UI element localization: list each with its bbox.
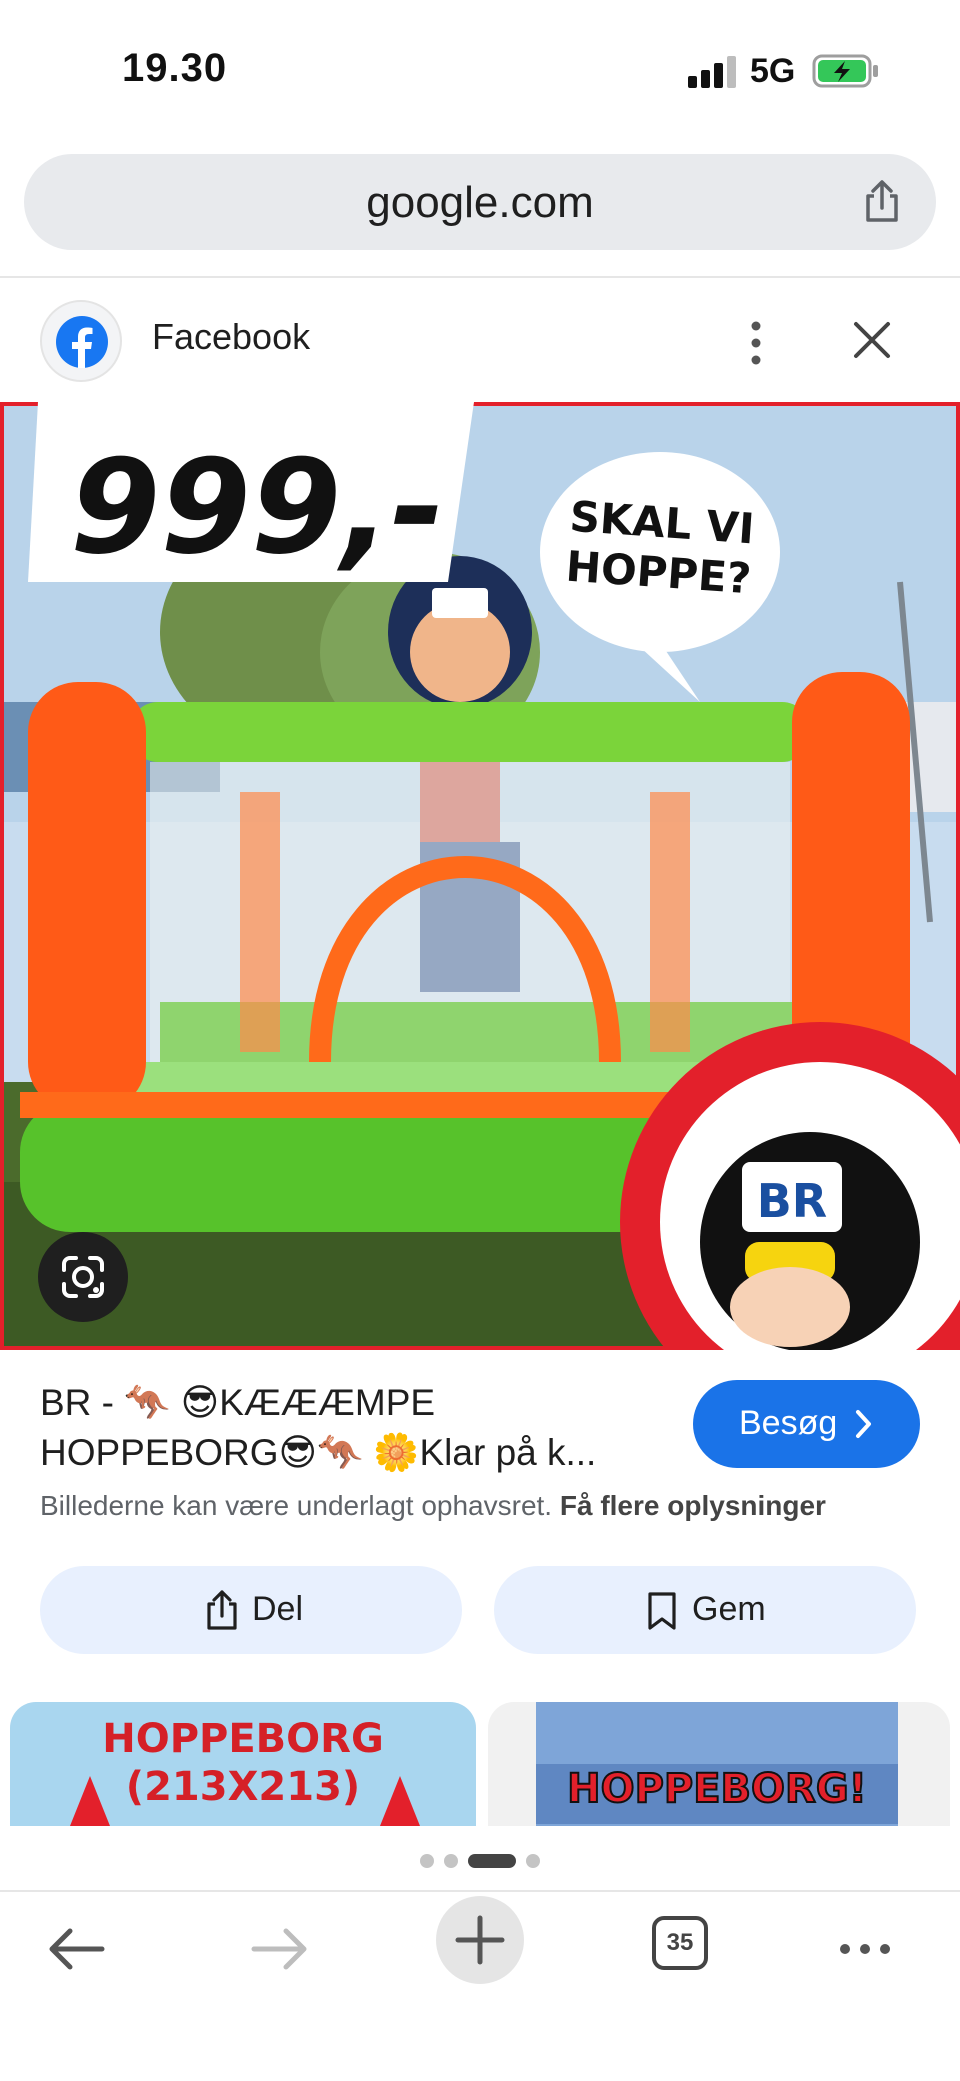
plus-icon [455, 1915, 505, 1965]
related-image[interactable]: HOPPEBORG (213X213) [10, 1702, 476, 1826]
source-name[interactable]: Facebook [152, 316, 310, 358]
bouncy-castle-illustration: 999,- SKAL VI HOPPE? BR [0, 402, 960, 1350]
related-title-2: HOPPEBORG! [567, 1766, 867, 1812]
save-label: Gem [692, 1590, 766, 1628]
back-arrow-icon[interactable] [32, 1904, 122, 1994]
page-dot[interactable] [420, 1854, 434, 1868]
battery-icon [812, 54, 878, 88]
close-icon[interactable] [848, 316, 896, 364]
save-button[interactable]: Gem [494, 1566, 916, 1654]
copyright-notice: Billederne kan være underlagt ophavsret.… [40, 1490, 826, 1522]
status-bar: 19.30 5G [0, 0, 960, 140]
carousel-indicator [0, 1852, 960, 1868]
source-header: Facebook [0, 290, 960, 402]
copyright-text: Billederne kan være underlagt ophavsret. [40, 1490, 553, 1521]
more-info-link[interactable]: Få flere oplysninger [560, 1490, 826, 1521]
share-button[interactable]: Del [40, 1566, 462, 1654]
share-label: Del [252, 1590, 304, 1628]
price-tag-text: 999,- [70, 431, 445, 583]
signal-icon [688, 56, 736, 88]
address-bar[interactable]: google.com [24, 154, 936, 250]
source-avatar[interactable] [40, 300, 122, 382]
facebook-icon [56, 316, 108, 368]
chevron-right-icon [856, 1410, 871, 1438]
more-vertical-icon[interactable] [738, 318, 774, 368]
result-title-line2: HOPPEBORG😎🦘 🌼Klar på k... [40, 1432, 597, 1473]
forward-arrow-icon[interactable] [234, 1904, 324, 1994]
share-icon [207, 1590, 237, 1630]
related-subtitle-1: (213X213) [126, 1764, 360, 1810]
divider [0, 276, 960, 278]
more-horizontal-icon[interactable] [820, 1904, 910, 1994]
page-dot[interactable] [526, 1854, 540, 1868]
share-icon[interactable] [858, 178, 906, 226]
page-dot[interactable] [444, 1854, 458, 1868]
result-image[interactable]: 999,- SKAL VI HOPPE? BR [0, 402, 960, 1350]
related-thumbnail: HOPPEBORG! [536, 1702, 898, 1826]
url-text: google.com [366, 178, 594, 227]
page-dot-active[interactable] [468, 1854, 516, 1868]
result-title[interactable]: BR - 🦘 😎KÆÆÆMPE HOPPEBORG😎🦘 🌼Klar på k..… [40, 1378, 670, 1478]
tab-count-button[interactable]: 35 [652, 1916, 708, 1970]
status-time: 19.30 [122, 46, 228, 90]
visit-button[interactable]: Besøg [693, 1380, 920, 1468]
result-title-line1: BR - 🦘 😎KÆÆÆMPE [40, 1382, 436, 1423]
network-label: 5G [750, 52, 796, 90]
badge-text: BR [757, 1174, 827, 1228]
lens-button[interactable] [38, 1232, 128, 1322]
bottom-toolbar: 35 [0, 1892, 960, 2002]
related-thumbnail: HOPPEBORG (213X213) [70, 1716, 420, 1826]
bookmark-icon [648, 1592, 676, 1630]
related-image[interactable]: HOPPEBORG! [488, 1702, 950, 1826]
lens-icon [62, 1256, 104, 1298]
visit-label: Besøg [739, 1404, 838, 1442]
new-tab-button[interactable] [436, 1896, 524, 1984]
related-title-1: HOPPEBORG [102, 1716, 384, 1762]
